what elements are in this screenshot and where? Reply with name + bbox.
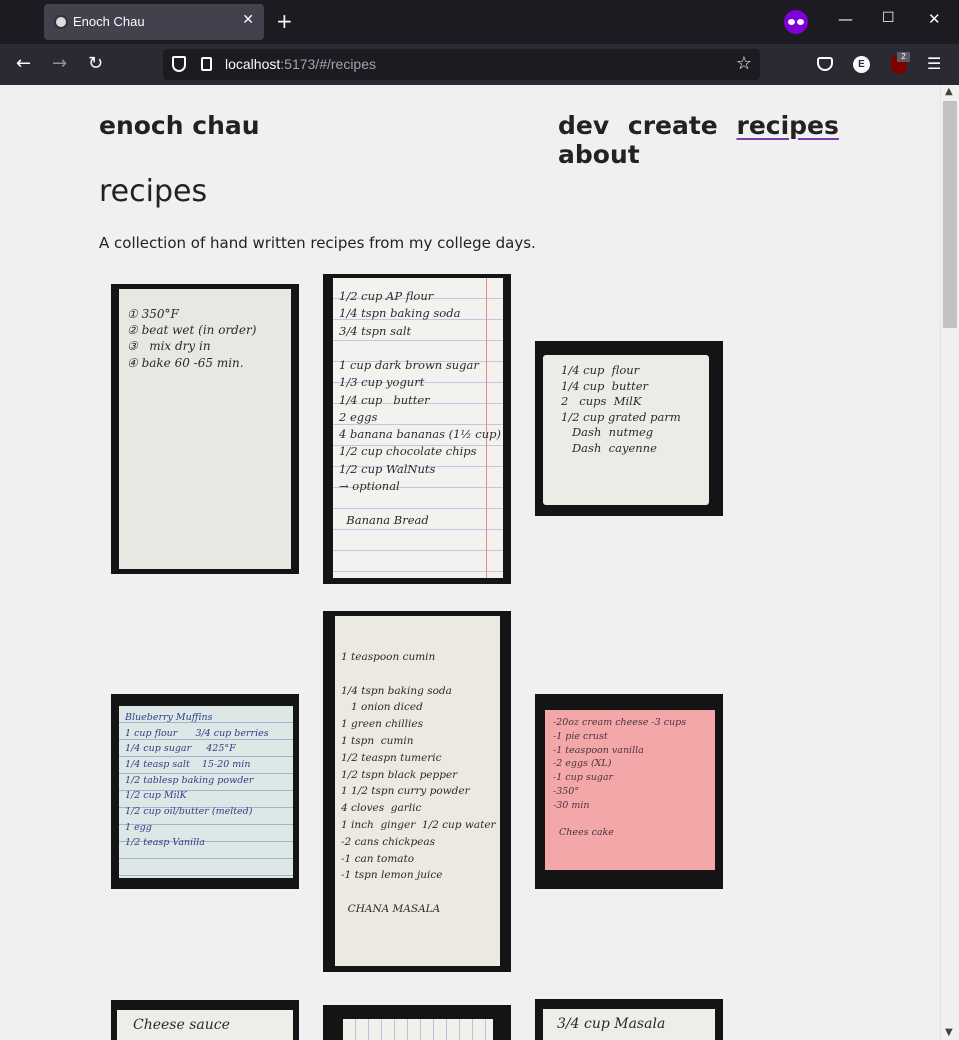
recipe-image-cheesecake[interactable]: -20oz cream cheese -3 cups -1 pie crust … (535, 694, 723, 889)
site-nav: dev create recipes about (558, 111, 940, 169)
nav-create[interactable]: create (628, 111, 718, 140)
page-content: enoch chau dev create recipes about reci… (1, 85, 940, 1040)
back-icon[interactable]: ← (16, 53, 31, 75)
recipe-text: 1 teaspoon cumin 1/4 tspn baking soda 1 … (341, 651, 496, 915)
scroll-up-icon[interactable]: ▲ (945, 86, 953, 97)
browser-nav-bar: ← → ↻ localhost:5173/#/recipes ☆ E 2 ☰ (0, 44, 959, 85)
scroll-thumb[interactable] (943, 101, 957, 328)
pocket-icon[interactable] (817, 57, 833, 71)
recipe-image-lined-card[interactable] (323, 1005, 511, 1040)
recipe-text: 1/4 cup flour 1/4 cup butter 2 cups MilK… (561, 363, 681, 455)
tab-favicon-icon (54, 15, 68, 29)
url-text[interactable]: localhost:5173/#/recipes (225, 56, 376, 72)
shield-icon[interactable] (172, 56, 186, 72)
extension-e-icon[interactable]: E (853, 56, 870, 73)
scroll-down-icon[interactable]: ▼ (945, 1027, 953, 1038)
maximize-icon[interactable]: ☐ (882, 10, 895, 26)
nav-recipes[interactable]: recipes (736, 111, 838, 140)
ublock-badge: 2 (897, 52, 910, 62)
hamburger-menu-icon[interactable]: ☰ (927, 54, 941, 73)
recipe-text: Cheese sauce (133, 1017, 230, 1033)
browser-tab[interactable]: Enoch Chau ✕ (44, 4, 264, 40)
recipe-image-cheese-sauce[interactable]: Cheese sauce (111, 1000, 299, 1040)
reload-icon[interactable]: ↻ (88, 53, 103, 75)
private-browsing-icon (784, 10, 808, 34)
recipe-text: -20oz cream cheese -3 cups -1 pie crust … (553, 717, 687, 839)
close-tab-icon[interactable]: ✕ (242, 12, 254, 28)
recipe-text: Blueberry Muffins 1 cup flour 3/4 cup be… (125, 712, 269, 849)
nav-about[interactable]: about (558, 140, 640, 169)
tab-title: Enoch Chau (73, 14, 145, 29)
page-scrollbar[interactable]: ▲ ▼ (940, 85, 959, 1040)
recipe-image-chana-masala[interactable]: 1 teaspoon cumin 1/4 tspn baking soda 1 … (323, 611, 511, 972)
recipe-image-blueberry-muffins[interactable]: Blueberry Muffins 1 cup flour 3/4 cup be… (111, 694, 299, 889)
recipe-image-masala-card[interactable]: 3/4 cup Masala (535, 999, 723, 1040)
recipe-text: ① 350°F ② beat wet (in order) ③ mix dry … (127, 307, 257, 370)
recipe-image-bake-time[interactable]: ① 350°F ② beat wet (in order) ③ mix dry … (111, 284, 299, 574)
browser-tab-bar: Enoch Chau ✕ + — ☐ ✕ (0, 0, 959, 44)
new-tab-icon[interactable]: + (276, 9, 293, 33)
site-title[interactable]: enoch chau (99, 111, 260, 140)
recipe-image-banana-bread[interactable]: 1/2 cup AP flour 1/4 tspn baking soda 3/… (323, 274, 511, 584)
bookmark-star-icon[interactable]: ☆ (736, 53, 752, 74)
forward-icon[interactable]: → (52, 53, 67, 75)
recipe-image-cheese-crackers[interactable]: 1/4 cup flour 1/4 cup butter 2 cups MilK… (535, 341, 723, 516)
page-info-icon[interactable] (201, 57, 212, 71)
window-close-icon[interactable]: ✕ (928, 10, 941, 28)
recipe-text: 1/2 cup AP flour 1/4 tspn baking soda 3/… (339, 289, 501, 528)
recipe-text: 3/4 cup Masala (557, 1016, 666, 1032)
page-description: A collection of hand written recipes fro… (99, 234, 536, 252)
minimize-icon[interactable]: — (838, 10, 853, 28)
url-bar[interactable]: localhost:5173/#/recipes ☆ (163, 49, 760, 80)
nav-dev[interactable]: dev (558, 111, 609, 140)
page-title: recipes (99, 174, 208, 209)
